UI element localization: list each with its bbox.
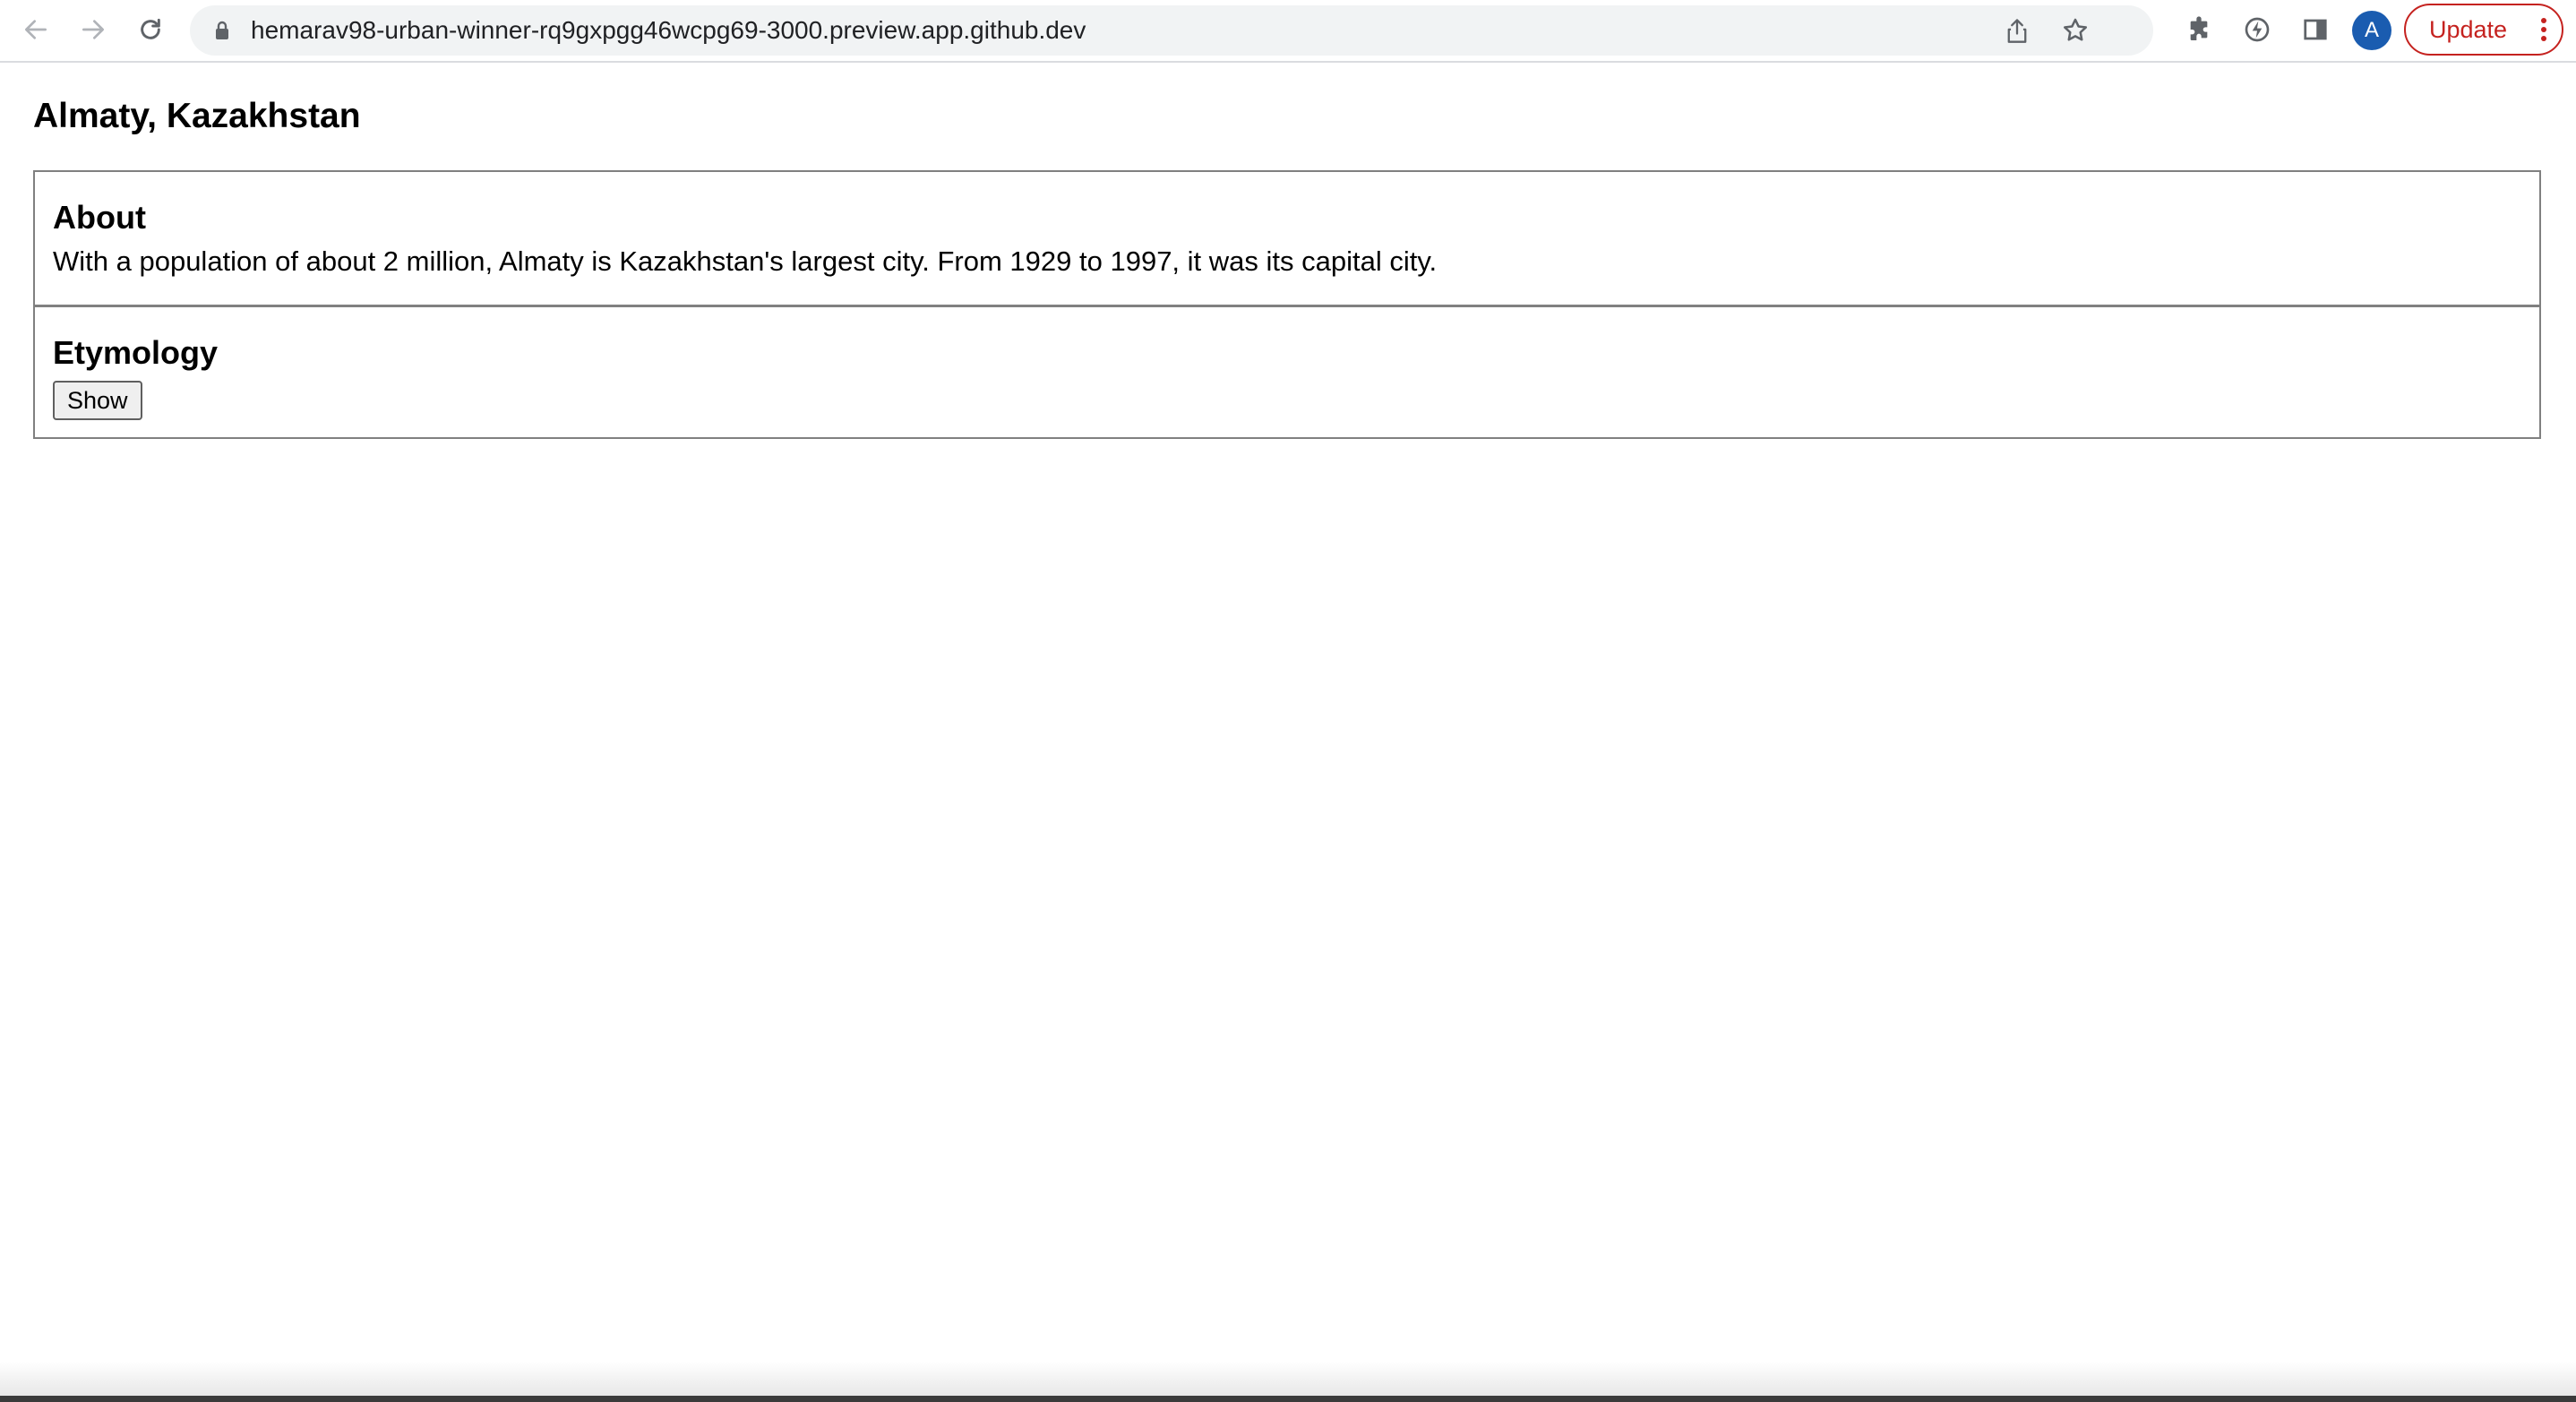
bookmark-button[interactable]	[2057, 13, 2093, 48]
arrow-left-icon	[25, 20, 47, 39]
about-panel: About With a population of about 2 milli…	[33, 170, 2541, 306]
back-button[interactable]	[18, 12, 54, 47]
share-button[interactable]	[1999, 13, 2035, 48]
bottom-shadow	[0, 1362, 2576, 1396]
address-bar[interactable]: hemarav98-urban-winner-rq9gxpgg46wcpg69-…	[190, 5, 2153, 56]
etymology-panel: Etymology Show	[33, 305, 2541, 439]
page-title: Almaty, Kazakhstan	[33, 97, 361, 135]
bottom-edge	[0, 1396, 2576, 1402]
extensions-button[interactable]	[2181, 12, 2217, 47]
lock-icon[interactable]	[210, 18, 235, 43]
url-text[interactable]: hemarav98-urban-winner-rq9gxpgg46wcpg69-…	[251, 5, 1086, 56]
performance-button[interactable]	[2239, 12, 2275, 47]
side-panel-button[interactable]	[2297, 12, 2333, 47]
three-dots-icon	[2541, 18, 2546, 41]
side-panel-icon	[2304, 19, 2327, 40]
forward-button[interactable]	[75, 12, 111, 47]
browser-window: hemarav98-urban-winner-rq9gxpgg46wcpg69-…	[0, 0, 2576, 1402]
puzzle-icon	[2190, 16, 2208, 40]
update-button-label: Update	[2429, 16, 2508, 43]
lightning-icon	[2245, 17, 2270, 42]
share-icon	[2007, 19, 2027, 43]
about-heading: About	[53, 199, 146, 236]
show-button[interactable]: Show	[53, 381, 142, 420]
profile-avatar[interactable]: A	[2352, 11, 2391, 50]
etymology-heading: Etymology	[53, 334, 219, 371]
reload-button[interactable]	[133, 12, 168, 47]
arrow-right-icon	[82, 20, 104, 39]
update-button[interactable]: Update	[2404, 4, 2563, 56]
reload-icon	[141, 18, 160, 39]
about-text: With a population of about 2 million, Al…	[53, 245, 1438, 277]
page-content: Almaty, Kazakhstan About With a populati…	[0, 63, 2576, 1380]
browser-toolbar: hemarav98-urban-winner-rq9gxpgg46wcpg69-…	[0, 0, 2576, 63]
star-icon	[2064, 18, 2087, 41]
